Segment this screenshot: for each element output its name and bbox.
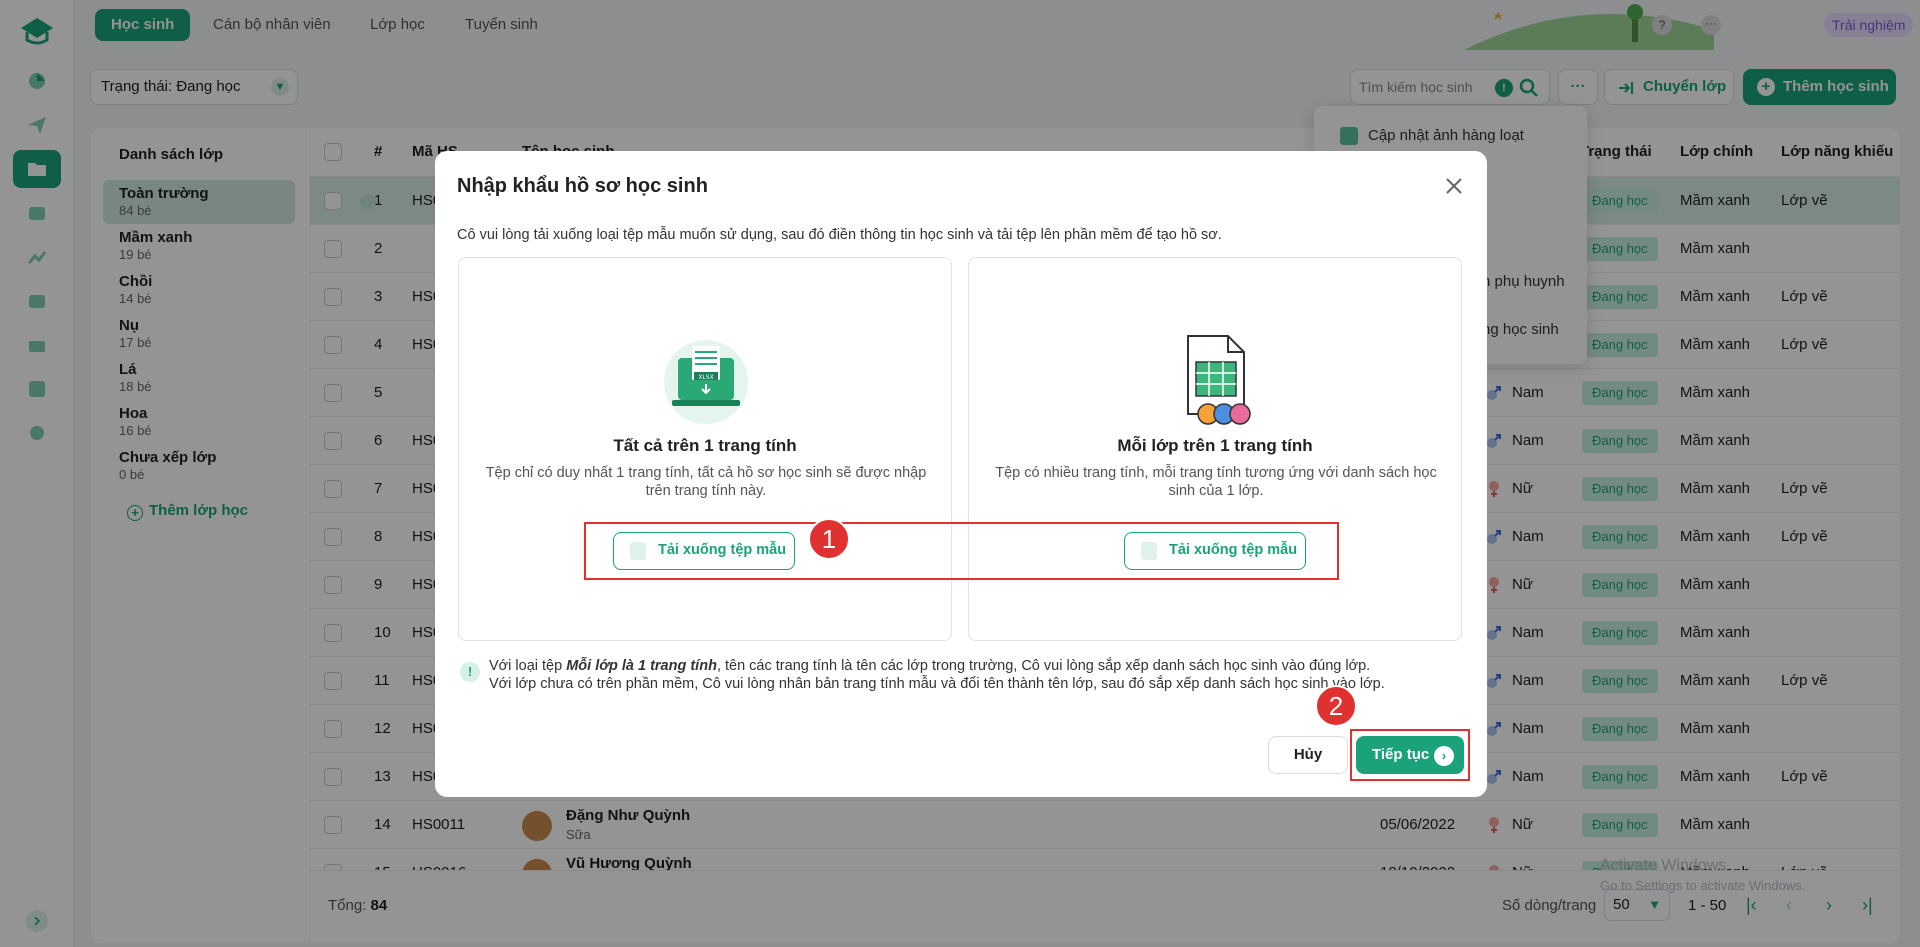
- spreadsheet-people-icon: [1187, 335, 1251, 425]
- annotation-marker-1: 1: [808, 518, 850, 560]
- annotation-marker-2: 2: [1315, 685, 1357, 727]
- annotation-box-1: [584, 522, 1339, 580]
- note-line2: Với lớp chưa có trên phần mềm, Cô vui lò…: [489, 676, 1385, 692]
- close-icon[interactable]: [1443, 175, 1465, 197]
- cancel-button[interactable]: Hủy: [1268, 736, 1348, 774]
- dialog-title: Nhập khẩu hồ sơ học sinh: [457, 175, 708, 197]
- option-title: Mỗi lớp trên 1 trang tính: [1117, 436, 1313, 455]
- option-description: Tệp có nhiều trang tính, mỗi trang tính …: [995, 465, 1437, 499]
- import-dialog: Nhập khẩu hồ sơ học sinh Cô vui lòng tải…: [435, 151, 1487, 797]
- option-multi-sheet[interactable]: Mỗi lớp trên 1 trang tính Tệp có nhiều t…: [968, 257, 1462, 641]
- annotation-box-2: [1350, 729, 1470, 781]
- xlsx-label: XLSX: [698, 374, 713, 381]
- note-prefix: Với loại tệp: [489, 658, 567, 674]
- option-title: Tất cả trên 1 trang tính: [613, 436, 797, 455]
- note-suffix: , tên các trang tính là tên các lớp tron…: [716, 658, 1371, 674]
- import-note: Với loại tệp Mỗi lớp là 1 trang tính, tê…: [489, 657, 1385, 693]
- option-single-sheet[interactable]: XLSX Tất cả trên 1 trang tính Tệp chỉ có…: [458, 257, 952, 641]
- note-emphasis: Mỗi lớp là 1 trang tính: [566, 658, 717, 674]
- option-description: Tệp chỉ có duy nhất 1 trang tính, tất cả…: [485, 465, 927, 499]
- dialog-description: Cô vui lòng tải xuống loại tệp mẫu muốn …: [457, 227, 1222, 243]
- info-icon: !: [460, 662, 480, 682]
- spreadsheet-laptop-icon: XLSX: [664, 340, 748, 424]
